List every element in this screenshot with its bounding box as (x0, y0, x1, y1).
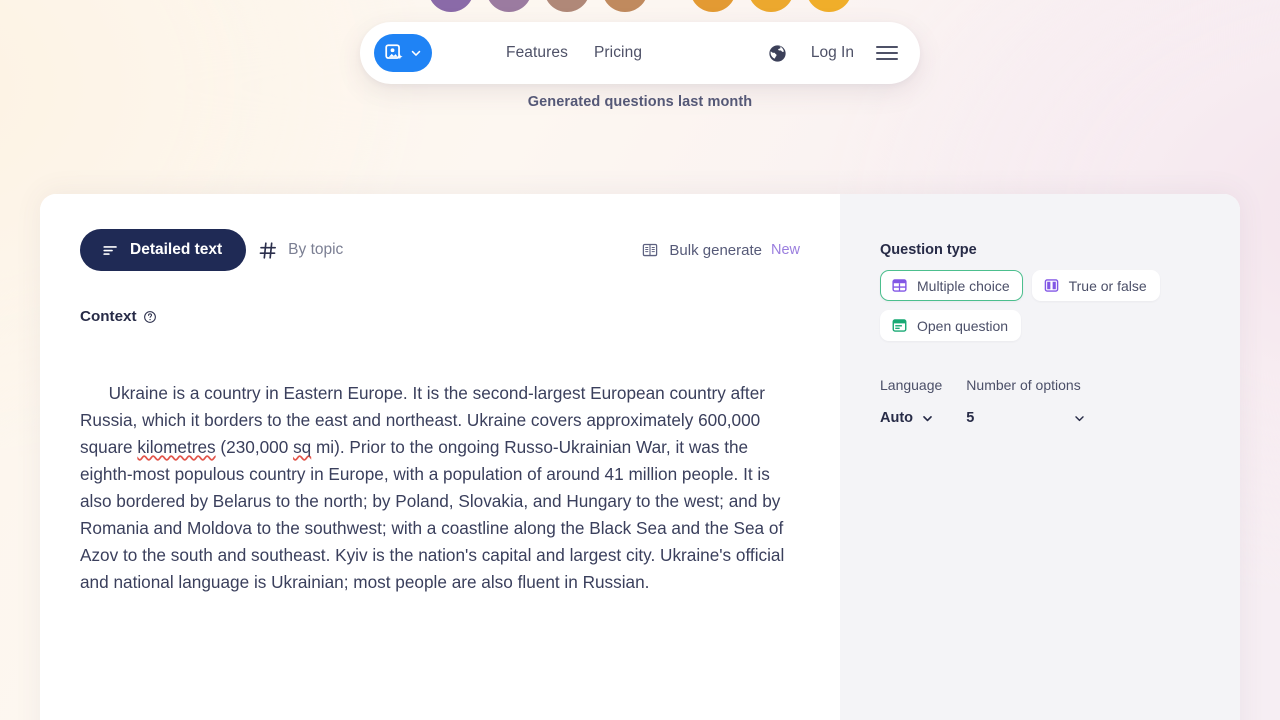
context-text-part-2: (230,000 (215, 437, 294, 457)
language-label: Language (880, 377, 943, 393)
tab-by-topic[interactable]: By topic (246, 229, 367, 271)
hash-icon (258, 240, 278, 260)
two-columns-icon (1043, 277, 1060, 294)
question-type-multiple-choice[interactable]: Multiple choice (880, 270, 1023, 301)
settings-pane: Question type Multiple choice True or fa… (840, 194, 1240, 720)
number-of-options-label: Number of options (966, 377, 1081, 393)
align-left-icon (100, 240, 120, 260)
question-type-options: Multiple choice True or false Open quest… (880, 270, 1210, 341)
grid-table-icon (891, 277, 908, 294)
number-of-options-value: 5 (966, 410, 975, 426)
question-type-open-question[interactable]: Open question (880, 310, 1022, 341)
context-label: Context (80, 308, 137, 325)
nav-link-features[interactable]: Features (506, 44, 568, 62)
question-type-multiple-choice-label: Multiple choice (917, 277, 1010, 294)
context-textarea[interactable]: Ukraine is a country in Eastern Europe. … (80, 353, 800, 623)
tab-by-topic-label: By topic (288, 241, 344, 258)
context-header: Context (80, 308, 800, 325)
decorative-avatar-4 (602, 0, 648, 12)
decorative-avatar-3 (544, 0, 590, 12)
question-type-true-or-false-label: True or false (1068, 277, 1147, 294)
decorative-avatar-6 (748, 0, 794, 12)
decorative-avatar-7 (806, 0, 852, 12)
app-card: Detailed text By topic Bulk generate New… (40, 194, 1240, 720)
language-select[interactable]: Auto (880, 403, 942, 433)
document-sparkle-icon (383, 42, 405, 64)
language-value: Auto (880, 410, 914, 426)
banner-caption: Generated questions last month (527, 94, 753, 110)
number-of-options-select[interactable]: 5 (966, 403, 1086, 433)
bulk-generate-label: Bulk generate (669, 241, 762, 259)
question-type-open-question-label: Open question (917, 317, 1009, 334)
tab-detailed-text-label: Detailed text (130, 241, 223, 258)
top-navbar: Features Pricing Log In (360, 22, 920, 84)
globe-icon[interactable] (767, 42, 789, 64)
tab-detailed-text[interactable]: Detailed text (80, 229, 247, 271)
hamburger-menu-icon[interactable] (876, 46, 898, 60)
decorative-avatar-2 (486, 0, 532, 12)
nav-right-group: Log In (767, 42, 898, 64)
question-type-label: Question type (880, 242, 977, 258)
brand-logo-button[interactable] (374, 34, 432, 72)
settings-row: Language Auto Number of options 5 (880, 377, 1240, 433)
bulk-generate-new-badge: New (770, 242, 800, 258)
number-of-options-group: Number of options 5 (966, 377, 1086, 433)
chevron-down-icon (1073, 412, 1086, 425)
chevron-down-icon (409, 46, 423, 60)
question-circle-icon[interactable] (143, 310, 157, 324)
context-misspelled-kilometres: kilometres (137, 437, 216, 457)
context-text-part-3: mi). Prior to the ongoing Russo-Ukrainia… (80, 437, 790, 592)
chevron-down-icon (921, 412, 934, 425)
bulk-generate-button[interactable]: Bulk generate New (640, 240, 800, 260)
editor-pane: Detailed text By topic Bulk generate New… (40, 194, 840, 720)
book-open-icon (640, 240, 660, 260)
language-group: Language Auto (880, 377, 942, 433)
editor-toolbar: Detailed text By topic Bulk generate New (80, 228, 800, 272)
form-lines-icon (891, 317, 908, 334)
login-button[interactable]: Log In (811, 44, 854, 62)
nav-links: Features Pricing (506, 44, 642, 62)
decorative-avatar-1 (428, 0, 474, 12)
question-type-true-or-false[interactable]: True or false (1031, 270, 1160, 301)
context-misspelled-sq: sq (293, 437, 312, 457)
decorative-avatar-5 (690, 0, 736, 12)
nav-link-pricing[interactable]: Pricing (594, 44, 642, 62)
